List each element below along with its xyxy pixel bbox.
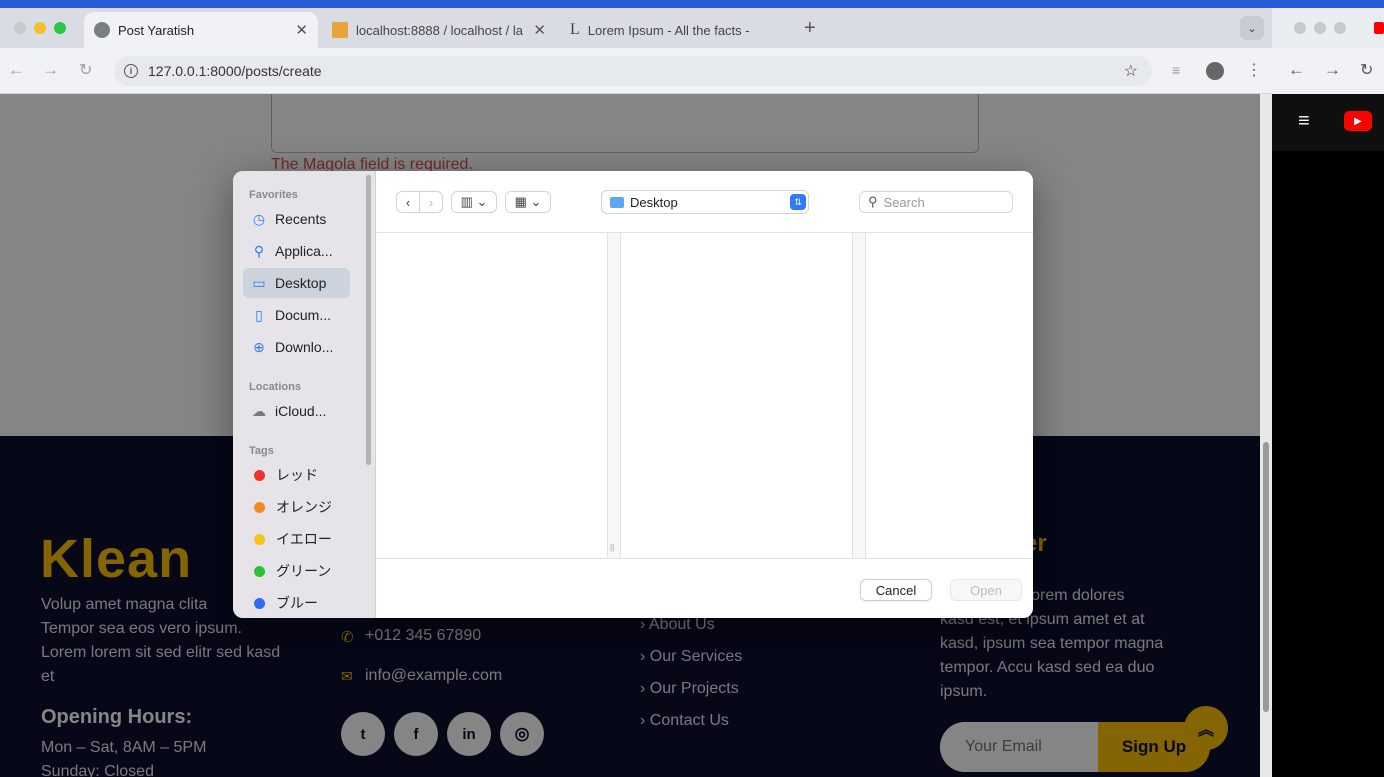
sidebar-item-desktop[interactable]: ▭ Desktop xyxy=(243,268,350,298)
back-arrow-icon[interactable]: ← xyxy=(1288,60,1305,80)
tab-post-yaratish[interactable]: Post Yaratish ✕ xyxy=(84,12,318,48)
site-info-icon[interactable]: i xyxy=(124,64,138,78)
profile-avatar[interactable] xyxy=(1206,62,1224,80)
hamburger-menu-icon[interactable]: ≡ xyxy=(1298,110,1310,133)
browser-toolbar: ← → ↻ i 127.0.0.1:8000/posts/create ☆ ≡ … xyxy=(0,48,1272,94)
tag-dot-icon xyxy=(254,533,265,545)
url-text: 127.0.0.1:8000/posts/create xyxy=(148,63,322,79)
reload-icon[interactable]: ↻ xyxy=(1360,60,1373,80)
clock-icon: ◷ xyxy=(252,210,266,227)
tab-lorem-ipsum[interactable]: L Lorem Ipsum - All the facts - xyxy=(560,12,794,48)
sidebar-item-icloud[interactable]: ☁ iCloud... xyxy=(243,396,350,426)
cloud-icon: ☁ xyxy=(252,402,266,419)
tag-blue[interactable]: ブルー xyxy=(243,588,350,618)
sidebar-item-recents[interactable]: ◷ Recents xyxy=(243,204,350,234)
open-button[interactable]: Open xyxy=(950,579,1022,601)
tag-yellow[interactable]: イエロー xyxy=(243,524,350,554)
file-open-dialog: Favorites ◷ Recents ⚲ Applica... ▭ Desktop … xyxy=(233,171,1033,618)
tab-search-button[interactable]: ⌄ xyxy=(1240,16,1264,40)
youtube-tab-icon[interactable] xyxy=(1374,22,1384,34)
close-window-button[interactable] xyxy=(14,22,26,34)
back-chevron-icon[interactable]: ‹ xyxy=(396,191,420,213)
dialog-sidebar: Favorites ◷ Recents ⚲ Applica... ▭ Desktop … xyxy=(233,171,376,618)
tab-close-icon[interactable]: ✕ xyxy=(533,21,546,39)
download-icon: ⊕ xyxy=(253,338,265,355)
bookmark-star-icon[interactable]: ☆ xyxy=(1124,61,1138,81)
apps-icon: ⚲ xyxy=(253,242,265,259)
zoom-window-button[interactable] xyxy=(54,22,66,34)
forward-arrow-icon[interactable]: → xyxy=(1324,60,1341,80)
document-icon: ▯ xyxy=(255,306,263,323)
tag-green[interactable]: グリーン xyxy=(243,556,350,586)
second-toolbar: ← → ↻ xyxy=(1272,48,1384,94)
tab-title: localhost:8888 / localhost / la xyxy=(356,22,523,38)
sidebar-item-downloads[interactable]: ⊕ Downlo... xyxy=(243,332,350,362)
resize-grip-icon: || xyxy=(610,543,615,552)
sidebar-scrollbar[interactable] xyxy=(366,175,371,465)
tags-heading: Tags xyxy=(249,445,274,457)
phpmyadmin-icon xyxy=(332,22,348,38)
location-label: Desktop xyxy=(630,194,678,210)
macos-menubar xyxy=(0,0,1384,8)
reload-icon[interactable]: ↻ xyxy=(79,60,92,80)
tag-dot-icon xyxy=(254,597,265,609)
minimize-window-button[interactable] xyxy=(1314,22,1326,34)
tab-bar: Post Yaratish ✕ localhost:8888 / localho… xyxy=(0,8,1272,48)
menu-kebab-icon[interactable]: ⋮ xyxy=(1246,60,1262,80)
search-icon: ⚲ xyxy=(868,194,878,209)
tab-phpmyadmin[interactable]: localhost:8888 / localhost / la ✕ xyxy=(322,12,556,48)
sidebar-item-applications[interactable]: ⚲ Applica... xyxy=(243,236,350,266)
favorites-heading: Favorites xyxy=(249,189,298,201)
updown-chevron-icon: ⇅ xyxy=(790,194,806,210)
column-view-icon[interactable]: ▥ ⌄ xyxy=(451,191,497,213)
sidebar-item-documents[interactable]: ▯ Docum... xyxy=(243,300,350,330)
column-resize-handle[interactable] xyxy=(607,233,621,558)
minimize-window-button[interactable] xyxy=(34,22,46,34)
tag-red[interactable]: レッド xyxy=(243,460,350,490)
back-arrow-icon[interactable]: ← xyxy=(8,60,25,80)
desktop-icon: ▭ xyxy=(252,274,266,291)
second-browser-window: ← → ↻ ≡ ▶ xyxy=(1272,8,1384,777)
zoom-window-button[interactable] xyxy=(1334,22,1346,34)
second-tab-bar xyxy=(1272,8,1384,48)
column-resize-handle[interactable] xyxy=(852,233,866,558)
tab-close-icon[interactable]: ✕ xyxy=(295,21,308,39)
location-select[interactable]: Desktop ⇅ xyxy=(601,190,809,214)
folder-icon xyxy=(610,196,624,208)
dialog-footer: Open Cancel xyxy=(376,558,1033,618)
address-bar[interactable]: i 127.0.0.1:8000/posts/create ☆ xyxy=(114,56,1152,86)
tab-title: Lorem Ipsum - All the facts - xyxy=(587,22,750,38)
forward-arrow-icon[interactable]: → xyxy=(42,60,59,80)
media-control-icon[interactable]: ≡ xyxy=(1172,62,1180,78)
dialog-toolbar: ‹ › ▥ ⌄ ▦ ⌄ Desktop ⇅ ⚲ Search xyxy=(376,171,1033,233)
page-scrollbar-thumb[interactable] xyxy=(1263,442,1269,712)
close-window-button[interactable] xyxy=(1294,22,1306,34)
grid-group-icon[interactable]: ▦ ⌄ xyxy=(505,191,551,213)
tag-dot-icon xyxy=(254,469,265,481)
search-placeholder: Search xyxy=(883,194,925,210)
tag-orange[interactable]: オレンジ xyxy=(243,492,350,522)
column-3[interactable] xyxy=(866,233,1033,558)
tag-dot-icon xyxy=(254,565,265,577)
lorem-ipsum-icon: L xyxy=(570,21,580,38)
file-browser-columns: || xyxy=(376,233,1033,558)
locations-heading: Locations xyxy=(249,381,301,393)
tag-dot-icon xyxy=(254,501,265,513)
forward-chevron-icon[interactable]: › xyxy=(419,191,443,213)
dialog-search-field[interactable]: ⚲ Search xyxy=(859,191,1013,213)
tab-title: Post Yaratish xyxy=(118,22,195,38)
youtube-logo-icon[interactable]: ▶ xyxy=(1344,111,1372,131)
column-2[interactable] xyxy=(621,233,852,558)
cancel-button[interactable]: Cancel xyxy=(860,579,932,601)
youtube-header: ≡ ▶ xyxy=(1272,94,1384,151)
globe-icon xyxy=(94,22,110,38)
page-scrollbar[interactable] xyxy=(1260,94,1272,777)
column-1[interactable] xyxy=(376,233,607,558)
new-tab-button[interactable]: + xyxy=(804,17,816,40)
